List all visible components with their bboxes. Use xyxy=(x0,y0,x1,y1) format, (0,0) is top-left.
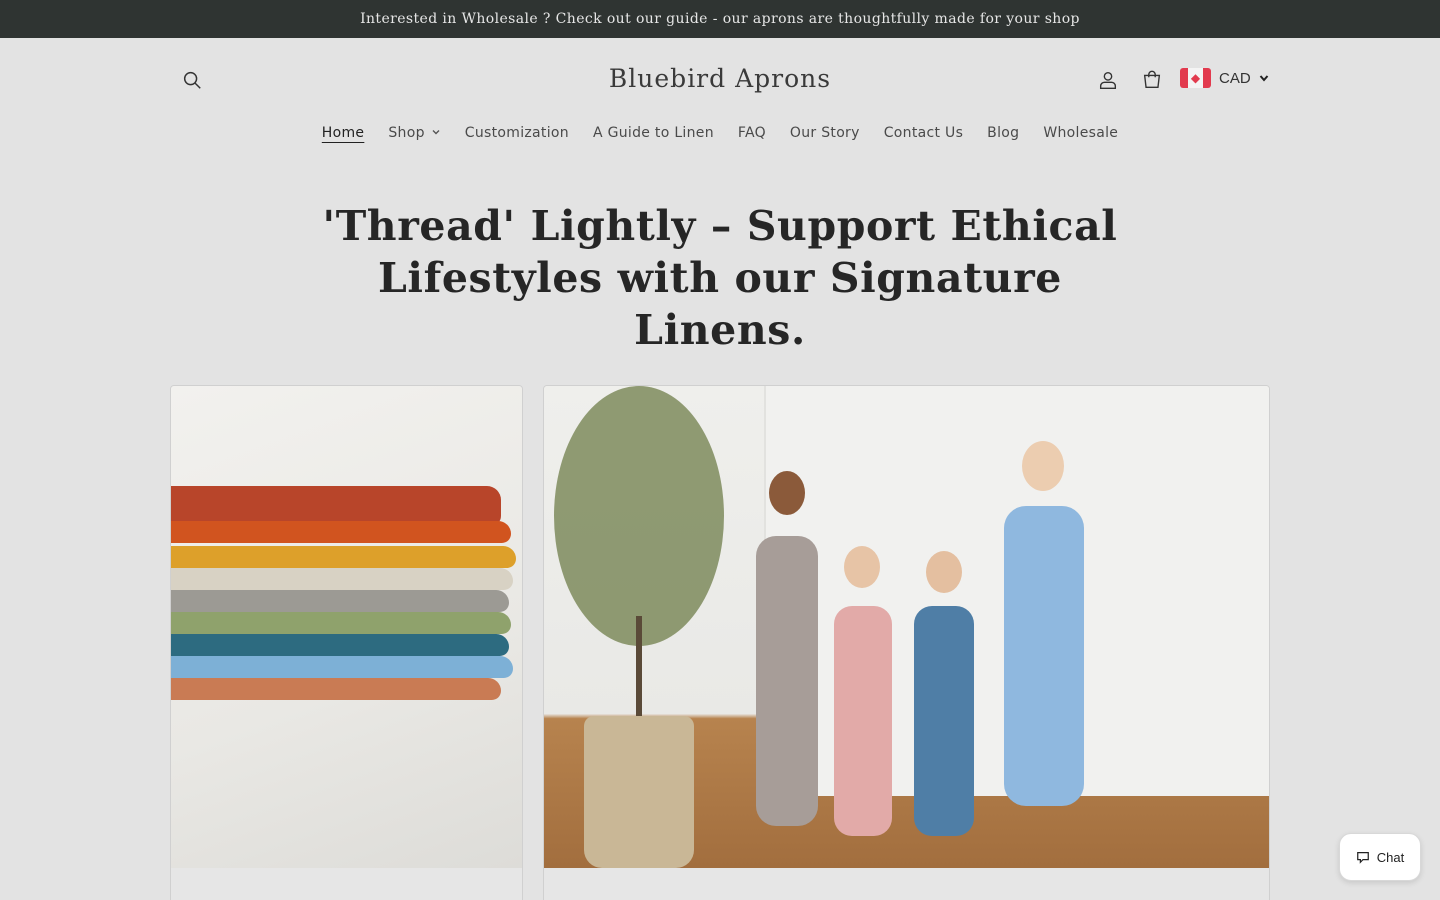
collection-card-linens[interactable] xyxy=(170,385,523,900)
announcement-bar[interactable]: Interested in Wholesale ? Check out our … xyxy=(0,0,1440,38)
chat-button[interactable]: Chat xyxy=(1339,833,1421,881)
cart-icon xyxy=(1143,70,1161,89)
nav-item-home[interactable]: Home xyxy=(310,125,377,141)
canada-flag-icon: ◆ xyxy=(1180,68,1211,88)
account-icon xyxy=(1099,71,1117,89)
account-button[interactable] xyxy=(1088,60,1128,100)
hero-line-1: 'Thread' Lightly – Support Ethical xyxy=(322,202,1118,250)
main-nav: Home Shop Customization A Guide to Linen… xyxy=(0,118,1440,148)
nav-item-wholesale[interactable]: Wholesale xyxy=(1031,125,1130,141)
chat-label: Chat xyxy=(1376,849,1405,865)
chat-icon xyxy=(1356,852,1369,864)
search-icon xyxy=(183,71,201,89)
nav-item-shop[interactable]: Shop xyxy=(376,125,452,141)
nav-item-our-story[interactable]: Our Story xyxy=(778,125,872,141)
collection-card-kids-aprons[interactable] xyxy=(543,385,1270,900)
folded-linens-image[interactable] xyxy=(171,386,522,868)
currency-label: CAD xyxy=(1219,69,1251,87)
nav-item-blog[interactable]: Blog xyxy=(975,125,1031,141)
nav-item-guide-to-linen[interactable]: A Guide to Linen xyxy=(581,125,726,141)
search-button[interactable] xyxy=(172,60,212,100)
hero-heading: 'Thread' Lightly – Support Ethical Lifes… xyxy=(300,200,1140,356)
chevron-down-icon xyxy=(431,125,441,141)
site-header: Bluebird Aprons ◆ CAD xyxy=(0,38,1440,122)
kids-aprons-image[interactable] xyxy=(544,386,1269,868)
cart-button[interactable] xyxy=(1132,60,1172,100)
store-logo[interactable]: Bluebird Aprons xyxy=(520,64,920,93)
nav-item-faq[interactable]: FAQ xyxy=(726,125,778,141)
nav-item-contact-us[interactable]: Contact Us xyxy=(872,125,975,141)
currency-selector[interactable]: ◆ CAD xyxy=(1180,64,1269,92)
announcement-text[interactable]: Interested in Wholesale ? Check out our … xyxy=(360,11,1080,27)
nav-item-customization[interactable]: Customization xyxy=(453,125,581,141)
chevron-down-icon xyxy=(1259,75,1268,82)
hero-line-2: Lifestyles with our Signature Linens. xyxy=(378,254,1062,354)
